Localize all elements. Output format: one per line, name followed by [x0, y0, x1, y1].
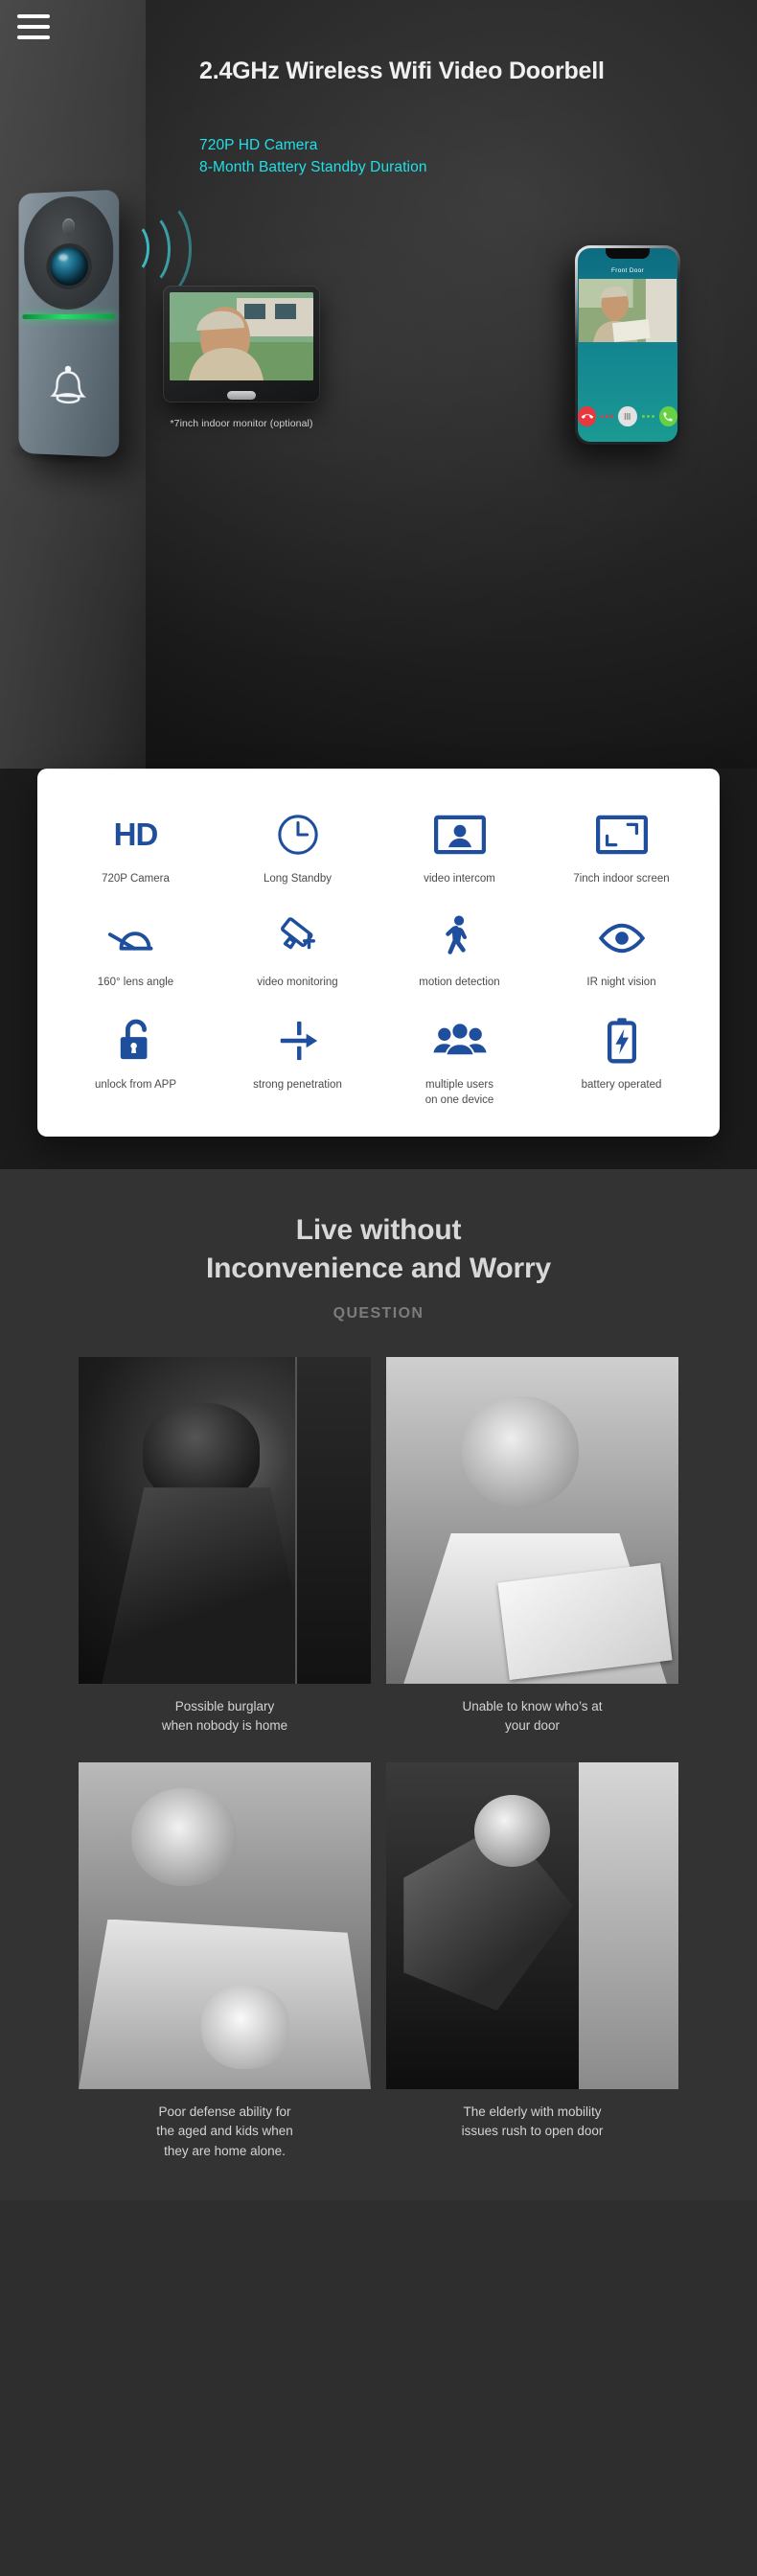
clock-icon [276, 805, 320, 864]
elderly-man-with-baby-photo [79, 1762, 371, 2089]
question-card: Poor defense ability for the aged and ki… [79, 1762, 371, 2162]
feature-label: Long Standby [264, 872, 332, 887]
smartphone-app-mockup: Front Door [575, 245, 680, 445]
doorbell-device-image [19, 190, 120, 458]
hero-banner: 2.4GHz Wireless Wifi Video Doorbell 720P… [0, 0, 757, 778]
feature-label: unlock from APP [95, 1078, 176, 1093]
answer-dots-indicator [642, 415, 654, 418]
feature-label: IR night vision [586, 976, 655, 991]
hd-text-icon: HD [114, 805, 158, 864]
feature-item-battery-operated: battery operated [540, 1011, 702, 1108]
hero-title: 2.4GHz Wireless Wifi Video Doorbell [199, 56, 611, 87]
hamburger-menu-icon[interactable] [17, 14, 50, 41]
open-padlock-icon [116, 1011, 156, 1070]
bell-icon [46, 362, 89, 409]
hand-opening-door-photo [386, 1762, 678, 2089]
feature-item-strong-penetration: strong penetration [217, 1011, 378, 1108]
feature-label: 720P Camera [102, 872, 170, 887]
feature-label: 7inch indoor screen [573, 872, 669, 887]
group-users-icon [432, 1011, 488, 1070]
hero-highlight-battery: 8-Month Battery Standby Duration [199, 159, 427, 176]
phone-call-title: Front Door [578, 267, 677, 274]
hamburger-bar [17, 14, 50, 18]
battery-bolt-icon [606, 1011, 638, 1070]
features-section: HD 720P Camera Long Standby video interc… [0, 769, 757, 1169]
question-cards-grid: Possible burglary when nobody is home Un… [79, 1357, 678, 2162]
phone-screen: Front Door [578, 248, 677, 442]
monitor-caption: *7inch indoor monitor (optional) [163, 418, 320, 429]
feature-label: video intercom [424, 872, 495, 887]
monitor-home-button[interactable] [227, 391, 256, 400]
feature-item-lens-angle: 160° lens angle [55, 908, 217, 991]
features-card: HD 720P Camera Long Standby video interc… [37, 769, 720, 1137]
question-card: Unable to know who’s at your door [386, 1357, 678, 1757]
feature-label: strong penetration [253, 1078, 342, 1093]
feature-item-multiple-users: multiple users on one device [378, 1011, 540, 1108]
question-caption: Poor defense ability for the aged and ki… [156, 2103, 293, 2162]
feature-item-720p-camera: HD 720P Camera [55, 805, 217, 887]
feature-item-motion-detection: motion detection [378, 908, 540, 991]
phone-decline-icon[interactable] [578, 406, 596, 426]
person-in-frame-icon [434, 805, 486, 864]
question-caption: Possible burglary when nobody is home [162, 1697, 287, 1757]
feature-item-unlock-from-app: unlock from APP [55, 1011, 217, 1108]
phone-answer-icon[interactable] [659, 406, 677, 426]
hamburger-bar [17, 35, 50, 39]
hamburger-bar [17, 25, 50, 29]
features-grid: HD 720P Camera Long Standby video interc… [55, 805, 702, 1108]
lens-angle-icon [106, 908, 166, 968]
feature-item-ir-night-vision: IR night vision [540, 908, 702, 991]
feature-item-7inch-screen: 7inch indoor screen [540, 805, 702, 887]
burglar-at-door-photo [79, 1357, 371, 1684]
feature-label: motion detection [419, 976, 499, 991]
question-title: Live without Inconvenience and Worry [0, 1211, 757, 1288]
decline-dots-indicator [601, 415, 613, 418]
question-caption: The elderly with mobility issues rush to… [462, 2103, 604, 2162]
courier-with-parcel-photo [386, 1357, 678, 1684]
eye-icon [595, 908, 649, 968]
question-caption: Unable to know who’s at your door [462, 1697, 602, 1757]
feature-item-video-intercom: video intercom [378, 805, 540, 887]
question-section: Live without Inconvenience and Worry QUE… [0, 1169, 757, 2200]
screen-corners-icon [596, 805, 648, 864]
indoor-monitor-image [163, 286, 320, 402]
feature-item-video-monitoring: video monitoring [217, 908, 378, 991]
question-kicker: QUESTION [0, 1305, 757, 1322]
monitor-screen [170, 292, 313, 380]
monitor-video-feed [170, 292, 313, 380]
speaker-mute-icon[interactable] [618, 406, 636, 426]
feature-label: battery operated [582, 1078, 662, 1093]
phone-call-controls [578, 406, 677, 426]
feature-label: video monitoring [257, 976, 337, 991]
question-card: The elderly with mobility issues rush to… [386, 1762, 678, 2162]
arrow-through-wall-icon [275, 1011, 321, 1070]
hero-highlight-camera: 720P HD Camera [199, 137, 317, 154]
phone-notch [606, 248, 650, 259]
feature-label: multiple users on one device [425, 1078, 494, 1108]
feature-label: 160° lens angle [98, 976, 173, 991]
doorbell-led-strip [22, 314, 115, 319]
phone-video-feed [579, 279, 677, 342]
question-card: Possible burglary when nobody is home [79, 1357, 371, 1757]
feature-item-long-standby: Long Standby [217, 805, 378, 887]
cctv-camera-icon [274, 908, 322, 968]
walking-person-icon [444, 908, 476, 968]
